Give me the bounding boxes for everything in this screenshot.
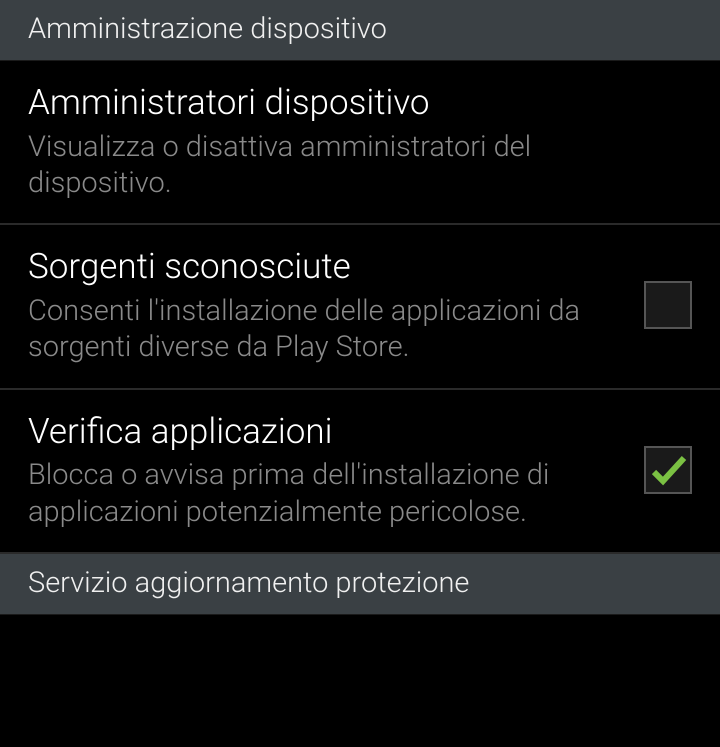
item-title: Verifica applicazioni <box>28 410 624 454</box>
list-item-unknown-sources[interactable]: Sorgenti sconosciute Consenti l'installa… <box>0 225 720 389</box>
list-item-content: Amministratori dispositivo Visualizza o … <box>28 81 692 201</box>
item-title: Amministratori dispositivo <box>28 81 672 125</box>
list-item-device-admins[interactable]: Amministratori dispositivo Visualizza o … <box>0 61 720 225</box>
item-subtitle: Visualizza o disattiva amministratori de… <box>28 129 672 202</box>
section-header-device-admin: Amministrazione dispositivo <box>0 0 720 61</box>
list-item-content: Verifica applicazioni Blocca o avvisa pr… <box>28 410 644 530</box>
checkbox-unknown-sources[interactable] <box>644 281 692 329</box>
checkmark-icon <box>648 450 688 490</box>
item-title: Sorgenti sconosciute <box>28 245 624 289</box>
section-header-security-update: Servizio aggiornamento protezione <box>0 554 720 615</box>
item-subtitle: Consenti l'installazione delle applicazi… <box>28 293 624 366</box>
checkbox-verify-apps[interactable] <box>644 446 692 494</box>
item-subtitle: Blocca o avvisa prima dell'installazione… <box>28 457 624 530</box>
list-item-content: Sorgenti sconosciute Consenti l'installa… <box>28 245 644 365</box>
list-item-verify-apps[interactable]: Verifica applicazioni Blocca o avvisa pr… <box>0 390 720 554</box>
